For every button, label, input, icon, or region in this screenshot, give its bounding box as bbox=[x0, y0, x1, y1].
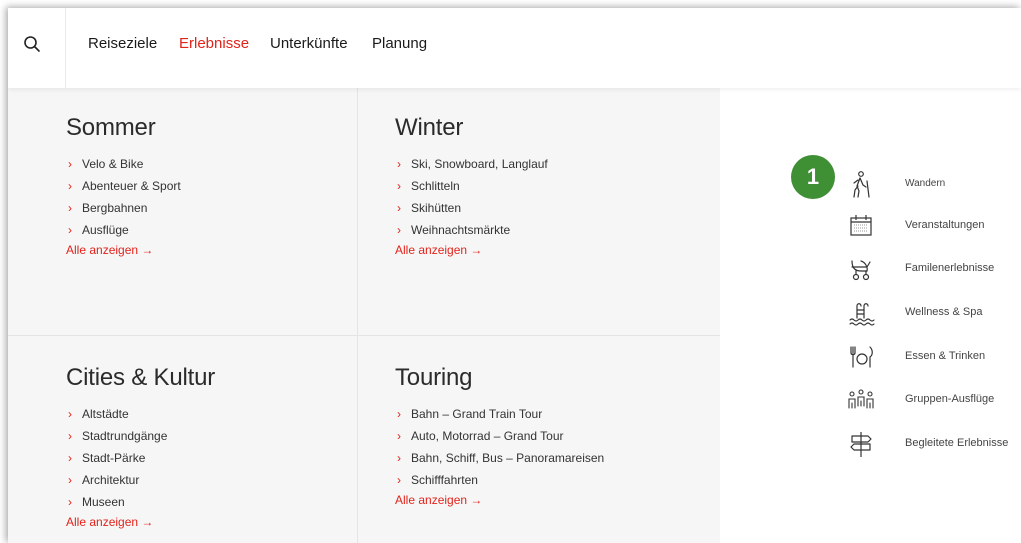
group-icon bbox=[848, 389, 874, 409]
chevron-right-icon: › bbox=[68, 201, 72, 215]
list-item[interactable]: › Abenteuer & Sport bbox=[66, 175, 181, 197]
search-button[interactable] bbox=[8, 8, 66, 88]
activity-label: Essen & Trinken bbox=[905, 350, 986, 362]
section-title: Winter bbox=[395, 114, 464, 141]
section-list: › Velo & Bike › Abenteuer & Sport › Bergbah… bbox=[66, 153, 181, 241]
calendar-icon bbox=[850, 215, 872, 236]
chevron-right-icon: › bbox=[397, 473, 401, 487]
show-all-link[interactable]: Alle anzeigen → bbox=[66, 243, 153, 257]
list-item[interactable]: › Stadtrundgänge bbox=[66, 425, 215, 447]
list-item[interactable]: › Skihütten bbox=[395, 197, 548, 219]
list-item[interactable]: › Bergbahnen bbox=[66, 197, 181, 219]
section-title: Sommer bbox=[66, 114, 156, 141]
show-all-link[interactable]: Alle anzeigen → bbox=[66, 515, 153, 529]
search-icon bbox=[24, 36, 40, 52]
list-item[interactable]: › Schlitteln bbox=[395, 175, 548, 197]
list-item[interactable]: › Weihnachtsmärkte bbox=[395, 219, 548, 241]
section-list: › Bahn – Grand Train Tour › Auto, Motorrad… bbox=[395, 403, 604, 491]
chevron-right-icon: › bbox=[68, 157, 72, 171]
show-all-link[interactable]: Alle anzeigen → bbox=[395, 243, 482, 257]
top-navigation: Reiseziele Erlebnisse Unterkünfte Planun… bbox=[8, 8, 1021, 88]
section-list: › Altstädte › Stadtrundgänge › Stadt-Pärke … bbox=[66, 403, 215, 513]
activity-label: Veranstaltungen bbox=[905, 219, 985, 231]
pool-ladder-icon bbox=[849, 303, 875, 326]
activity-label: Begleitete Erlebnisse bbox=[905, 437, 1009, 449]
chevron-right-icon: › bbox=[397, 223, 401, 237]
list-item[interactable]: › Velo & Bike bbox=[66, 153, 181, 175]
list-item[interactable]: › Architektur bbox=[66, 469, 215, 491]
chevron-right-icon: › bbox=[397, 407, 401, 421]
list-item[interactable]: › Altstädte bbox=[66, 403, 215, 425]
nav-item-unterkuenfte[interactable]: Unterkünfte bbox=[270, 35, 348, 52]
show-all-link[interactable]: Alle anzeigen → bbox=[395, 493, 482, 507]
mega-menu-grid: Sommer › Velo & Bike › Abenteuer & Sport ›… bbox=[8, 88, 720, 543]
fork-plate-icon bbox=[850, 346, 873, 368]
chevron-right-icon: › bbox=[68, 179, 72, 193]
list-item[interactable]: › Stadt-Pärke bbox=[66, 447, 215, 469]
chevron-right-icon: › bbox=[397, 451, 401, 465]
browser-frame: Reiseziele Erlebnisse Unterkünfte Planun… bbox=[8, 8, 1021, 543]
list-item[interactable]: › Schifffahrten bbox=[395, 469, 604, 491]
hiker-icon bbox=[853, 171, 870, 198]
list-item[interactable]: › Ausflüge bbox=[66, 219, 181, 241]
nav-item-reiseziele[interactable]: Reiseziele bbox=[88, 35, 157, 52]
list-item[interactable]: › Museen bbox=[66, 491, 215, 513]
chevron-right-icon: › bbox=[68, 223, 72, 237]
nav-item-planung[interactable]: Planung bbox=[372, 35, 427, 52]
list-item[interactable]: › Auto, Motorrad – Grand Tour bbox=[395, 425, 604, 447]
chevron-right-icon: › bbox=[68, 473, 72, 487]
activity-label: Familenerlebnisse bbox=[905, 262, 995, 274]
step-badge: 1 bbox=[791, 155, 835, 199]
signpost-icon bbox=[850, 432, 872, 457]
activity-label: Wellness & Spa bbox=[905, 306, 983, 318]
chevron-right-icon: › bbox=[397, 429, 401, 443]
activity-label: Wandern bbox=[905, 178, 946, 189]
stroller-icon bbox=[851, 260, 871, 281]
section-sommer: Sommer › Velo & Bike › Abenteuer & Sport ›… bbox=[66, 114, 181, 259]
chevron-right-icon: › bbox=[68, 429, 72, 443]
chevron-right-icon: › bbox=[68, 407, 72, 421]
chevron-right-icon: › bbox=[68, 495, 72, 509]
chevron-right-icon: › bbox=[397, 201, 401, 215]
column-divider bbox=[357, 88, 358, 543]
list-item[interactable]: › Bahn, Schiff, Bus – Panoramareisen bbox=[395, 447, 604, 469]
section-title: Cities & Kultur bbox=[66, 364, 216, 391]
row-divider bbox=[8, 335, 720, 336]
nav-item-erlebnisse[interactable]: Erlebnisse bbox=[179, 35, 249, 52]
chevron-right-icon: › bbox=[397, 179, 401, 193]
chevron-right-icon: › bbox=[68, 451, 72, 465]
section-touring: Touring › Bahn – Grand Train Tour › Auto, … bbox=[395, 364, 604, 509]
section-list: › Ski, Snowboard, Langlauf › Schlitteln › S… bbox=[395, 153, 548, 241]
chevron-right-icon: › bbox=[397, 157, 401, 171]
list-item[interactable]: › Ski, Snowboard, Langlauf bbox=[395, 153, 548, 175]
section-cities-kultur: Cities & Kultur › Altstädte › Stadtrundgän… bbox=[66, 364, 215, 531]
section-title: Touring bbox=[395, 364, 473, 391]
list-item[interactable]: › Bahn – Grand Train Tour bbox=[395, 403, 604, 425]
activity-label: Gruppen-Ausflüge bbox=[905, 393, 995, 405]
section-winter: Winter › Ski, Snowboard, Langlauf › Schlit… bbox=[395, 114, 548, 259]
